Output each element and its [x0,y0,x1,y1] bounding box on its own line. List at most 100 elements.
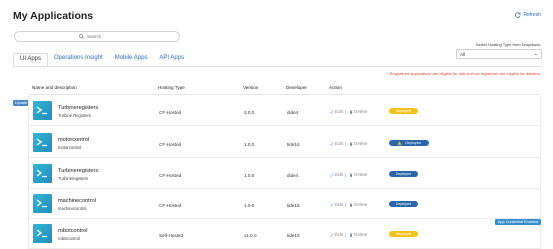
tab-api-apps[interactable]: API Apps [153,53,190,67]
hosting-type: CF-Hosted [159,110,182,115]
edit-button[interactable]: Edit [330,172,343,177]
edit-button[interactable]: Edit [330,232,343,237]
terminal-app-icon [33,224,52,243]
app-credential-tag: App Credential Enabled [494,219,541,225]
developer: tide18 [287,203,300,208]
trash-icon [349,173,353,177]
delete-label: Delete [354,232,368,237]
status-label: Deployed [405,141,421,145]
table-row: Turbineregisters Turbineregisters CF-Hoste… [28,159,541,189]
status-badge: Deployed [389,231,418,237]
search-icon [79,34,84,39]
hosting-type: CF-Hosted [159,142,182,147]
table-row: Turbineregisters Turbine Registers CF-Host… [28,96,541,126]
tab-operations-insight[interactable]: Operations Insight [48,53,109,67]
app-name[interactable]: Turbineregisters [58,105,98,111]
trash-icon [349,110,353,114]
hosting-type: CF-Hosted [159,203,182,208]
pencil-icon [330,109,334,114]
refresh-button[interactable]: Refresh [515,12,541,18]
chevron-down-icon: ⌄ [533,51,538,57]
action-separator: | [345,109,347,114]
version: v1.0.0 [244,233,257,238]
delete-label: Delete [354,109,368,114]
delete-button[interactable]: Delete [349,141,367,146]
eligibility-notice: * Registered applications are eligible f… [387,71,541,76]
app-description: machinecontrol [58,206,87,211]
column-version: Version [243,85,259,90]
tab-ui-apps[interactable]: UI Apps [13,53,49,67]
pencil-icon [330,141,334,146]
edit-label: Edit [335,141,343,146]
version: 1.0.0 [244,173,255,178]
version: 2.0.0 [244,110,255,115]
edit-button[interactable]: Edit [330,202,343,207]
delete-button[interactable]: Delete [349,109,367,114]
hosting-type-selected: All [460,52,466,57]
edit-label: Edit [335,109,343,114]
app-description: Turbineregisters [58,176,89,181]
action-separator: | [345,232,347,237]
pencil-icon [330,172,334,177]
column-name: Name and description [32,85,77,90]
search-input[interactable] [87,34,115,39]
status-badge: Deployed [389,140,429,146]
hosting-type: Self-Hosted [159,233,184,238]
table-row: machinecontrol machinecontrol CF-Hosted 1.0… [28,189,541,219]
terminal-app-icon [33,101,52,120]
edit-button[interactable]: Edit [330,141,343,146]
action-separator: | [345,141,347,146]
app-name[interactable]: robotcontrol [58,228,88,234]
version: 1.0.0 [244,142,255,147]
developer: tide18 [287,142,300,147]
column-developer: Developer [286,85,307,90]
developer: dide4 [287,110,299,115]
edit-label: Edit [335,202,343,207]
hosting-type: CF-Hosted [159,173,182,178]
action-separator: | [345,172,347,177]
page-title: My Applications [13,10,94,22]
app-name[interactable]: machinecontrol [58,198,96,204]
app-name[interactable]: Turbineregisters [58,168,98,174]
pencil-icon [330,232,334,237]
column-action: Action [329,85,342,90]
table-header: Name and description Hosting Type Versio… [28,83,541,95]
delete-button[interactable]: Delete [349,232,367,237]
status-badge: Deployed [389,108,418,114]
edit-label: Edit [335,172,343,177]
delete-button[interactable]: Delete [349,202,367,207]
status-badge: Deployed [389,201,418,207]
app-name[interactable]: motorcontrol [58,137,89,143]
delete-label: Delete [354,202,368,207]
edit-button[interactable]: Edit [330,109,343,114]
terminal-app-icon [33,133,52,152]
warning-icon [397,141,402,145]
search-box[interactable] [14,31,180,42]
delete-label: Delete [354,141,368,146]
refresh-icon [515,12,522,18]
hosting-type-select[interactable]: All ⌄ [456,49,542,59]
tab-mobile-apps[interactable]: Mobile Apps [109,53,154,67]
developer: tide19 [287,233,300,238]
refresh-label: Refresh [523,12,541,18]
terminal-app-icon [33,194,52,213]
update-tag[interactable]: Update [13,100,30,106]
terminal-app-icon [33,164,52,183]
table-row: robotcontrol robotcontrol Self-Hosted v1.0.… [28,219,541,249]
app-description: motorcontrol [58,145,82,150]
delete-button[interactable]: Delete [349,172,367,177]
developer: dide4 [287,173,299,178]
app-tabs: UI Apps Operations Insight Mobile Apps A… [13,53,190,67]
tabs-divider [13,66,541,67]
trash-icon [349,233,353,237]
app-description: robotcontrol [58,236,81,241]
status-badge: Deployed [389,171,418,177]
delete-label: Delete [354,172,368,177]
version: 1.0.0 [244,203,255,208]
column-hosting-type: Hosting Type [158,85,185,90]
action-separator: | [345,202,347,207]
edit-label: Edit [335,232,343,237]
pencil-icon [330,202,334,207]
table-row: motorcontrol motorcontrol CF-Hosted 1.0.0 ti… [28,128,541,158]
trash-icon [349,203,353,207]
